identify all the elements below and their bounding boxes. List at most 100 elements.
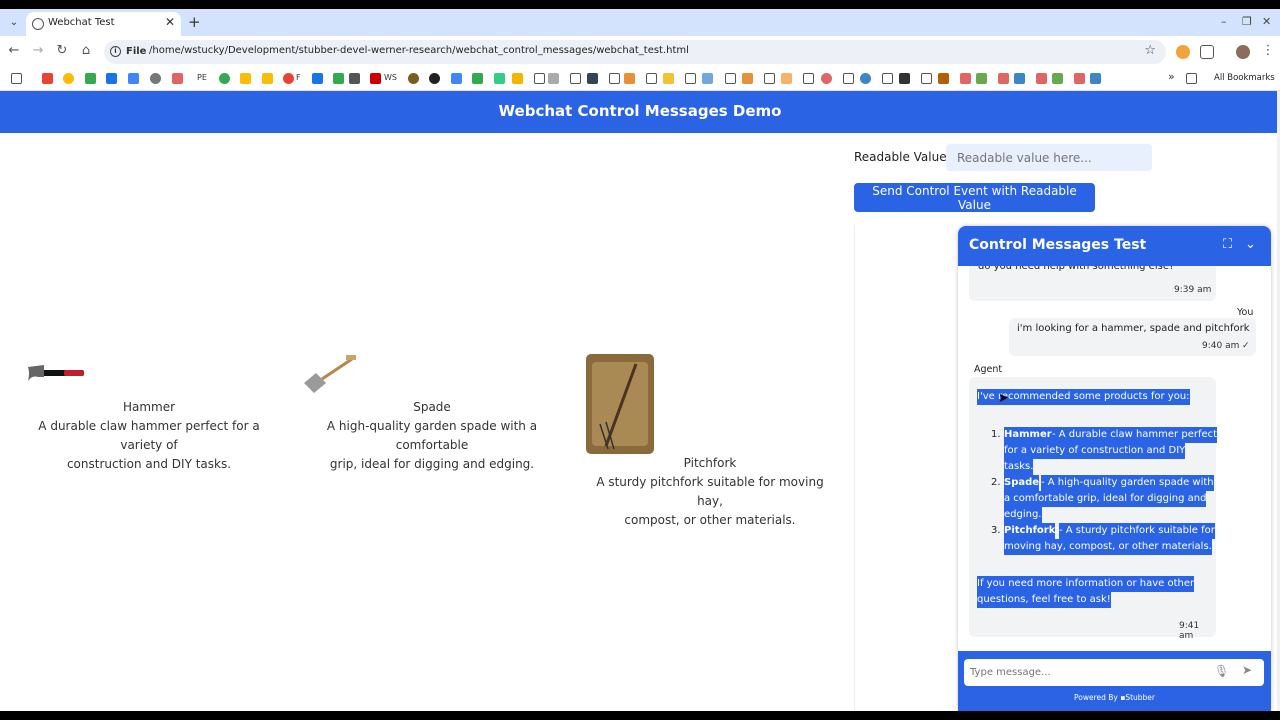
profile-avatar[interactable] [1236,45,1250,59]
folder-icon[interactable] [685,73,696,84]
bookmark-icon[interactable] [219,73,230,84]
bookmark-icon[interactable] [240,73,251,84]
list-number: 1. [991,429,1001,440]
product-card-spade[interactable]: Spade A high-quality garden spade with a… [300,398,564,474]
bookmark-icon[interactable] [702,73,713,84]
bookmark-star-icon[interactable]: ☆ [1144,43,1156,58]
bookmark-icon[interactable] [548,73,559,84]
bookmark-icon[interactable] [587,73,598,84]
address-bar[interactable]: i File /home/wstucky/Development/stubber… [104,40,1166,64]
more-bookmarks-icon[interactable]: » [1168,70,1175,83]
folder-icon[interactable] [843,73,854,84]
home-icon[interactable]: ⌂ [77,43,95,58]
bookmark-icon[interactable] [429,73,440,84]
bookmark-icon[interactable] [1074,73,1085,84]
bookmark-icon[interactable] [624,73,635,84]
bookmark-icon[interactable] [742,73,753,84]
extensions-puzzle-icon[interactable] [1200,45,1214,59]
spade-blade [304,373,326,393]
bookmark-icon[interactable] [451,73,462,84]
chat-footer: 🎙 ➤ Powered By ▪Stubber [958,651,1271,711]
close-window-icon[interactable]: ✕ [1262,15,1271,28]
bookmark-icon[interactable] [283,73,294,84]
more-menu-icon[interactable]: ⋮ [1259,43,1277,58]
product-card-pitchfork[interactable]: Pitchfork A sturdy pitchfork suitable fo… [586,454,834,530]
bookmark-icon[interactable] [860,73,871,84]
bookmark-icon[interactable] [512,73,523,84]
tab-search-icon[interactable]: ⌄ [6,15,22,31]
chat-messages[interactable]: do you need help with something else? 9:… [958,266,1271,651]
folder-icon[interactable] [921,73,932,84]
folder-icon[interactable] [570,73,581,84]
forward-icon[interactable]: → [29,43,47,58]
bookmark-icon[interactable] [312,73,323,84]
powered-by-footer[interactable]: Powered By ▪Stubber [958,693,1271,702]
readable-value-input[interactable] [946,144,1152,171]
bookmark-label[interactable]: PE [197,73,207,82]
file-label: File [126,46,147,57]
bookmark-icon[interactable] [128,73,139,84]
bookmark-icon[interactable] [370,73,381,84]
fullscreen-icon[interactable]: ⛶ [1223,237,1232,252]
folder-icon[interactable] [882,73,893,84]
back-icon[interactable]: ← [5,43,23,58]
folder-icon[interactable] [764,73,775,84]
all-bookmarks-button[interactable]: All Bookmarks [1214,73,1275,83]
gmail-bookmark-icon[interactable] [42,73,53,84]
bookmark-icon[interactable] [106,73,117,84]
product-name: Pitchfork [683,456,737,470]
bookmark-icon[interactable] [899,73,910,84]
product-card-hammer[interactable]: Hammer A durable claw hammer perfect for… [20,398,278,474]
bookmark-icon[interactable] [938,73,949,84]
list-item-text: edging. [1004,507,1042,523]
bookmark-label[interactable]: F [296,73,301,82]
send-control-event-button[interactable]: Send Control Event with Readable Value [854,183,1095,212]
bookmark-icon[interactable] [1036,73,1047,84]
send-icon[interactable]: ➤ [1242,663,1252,677]
bookmark-icon[interactable] [349,73,360,84]
bookmark-icon[interactable] [1090,73,1101,84]
bookmark-icon[interactable] [821,73,832,84]
folder-icon[interactable] [803,73,814,84]
extension-icon[interactable] [1176,45,1190,59]
bookmark-icon[interactable] [172,73,183,84]
apps-grid-icon[interactable] [11,73,22,84]
bookmark-label[interactable]: WS [384,73,397,82]
bookmark-icon[interactable] [408,73,419,84]
minimize-icon[interactable]: – [1221,15,1227,28]
bookmark-icon[interactable] [472,73,483,84]
page-title: Webchat Control Messages Demo [498,102,782,120]
brand-label: Stubber [1125,693,1156,702]
bookmark-icon[interactable] [262,73,273,84]
bookmark-icon[interactable] [333,73,344,84]
sender-label-agent: Agent [974,364,1003,375]
bookmark-icon[interactable] [998,73,1009,84]
browser-tab[interactable]: Webchat Test ✕ [26,12,181,36]
bookmark-icon[interactable] [960,73,971,84]
close-tab-icon[interactable]: ✕ [165,15,175,29]
folder-icon[interactable] [534,73,545,84]
site-info-chip[interactable]: i File [110,44,146,60]
user-message-bubble: i'm looking for a hammer, spade and pitc… [1009,318,1256,356]
bookmark-icon[interactable] [1014,73,1025,84]
bookmark-icon[interactable] [1052,73,1063,84]
product-desc-line: grip, ideal for digging and edging. [329,457,535,471]
reload-icon[interactable]: ↻ [53,43,71,58]
read-check-icon: ✓ [1242,341,1250,351]
restore-icon[interactable]: ❐ [1242,15,1252,28]
drive-bookmark-icon[interactable] [63,73,74,84]
bookmark-icon[interactable] [781,73,792,84]
list-item-name: Hammer [1004,427,1052,443]
folder-icon[interactable] [609,73,620,84]
bookmark-icon[interactable] [150,73,161,84]
microphone-icon[interactable]: 🎙 [1214,664,1229,678]
sheets-bookmark-icon[interactable] [85,73,96,84]
bookmark-icon[interactable] [976,73,987,84]
folder-icon[interactable] [725,73,736,84]
bookmark-icon[interactable] [494,73,505,84]
new-tab-button[interactable]: + [188,13,201,31]
folder-icon[interactable] [646,73,657,84]
chevron-down-icon[interactable]: ⌄ [1245,237,1256,252]
bookmark-icon[interactable] [663,73,674,84]
info-icon: i [110,46,121,57]
